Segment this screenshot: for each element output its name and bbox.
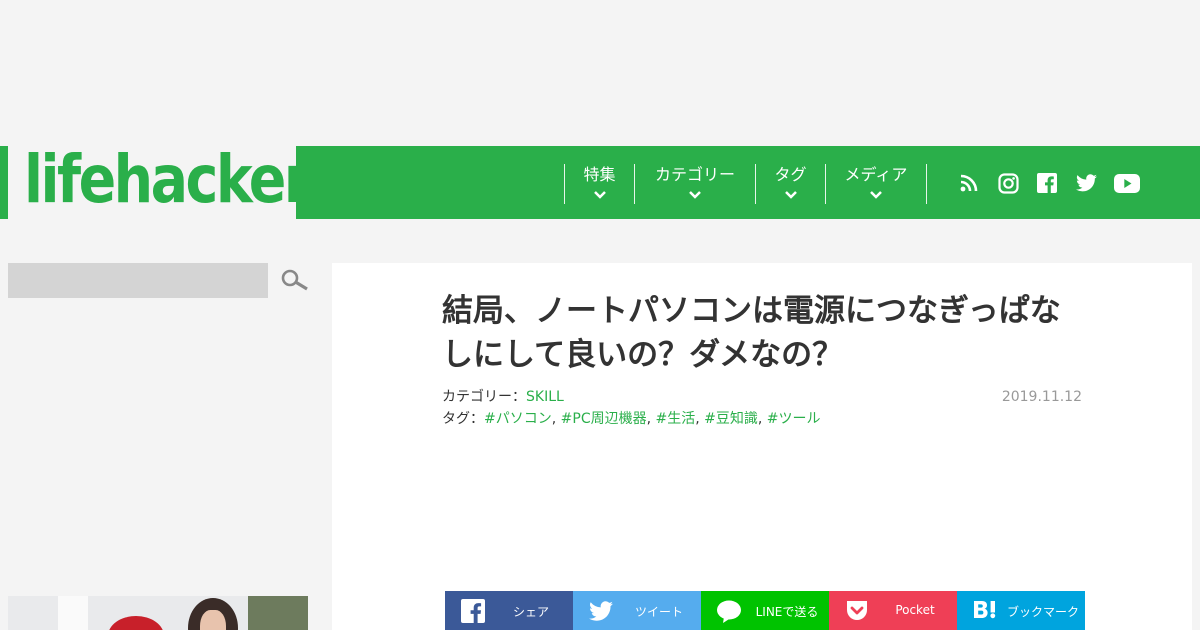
article-title: 結局、ノートパソコンは電源につなぎっぱなしにして良いの？ダメなの？ — [442, 293, 1061, 373]
tag-separator: , — [646, 411, 656, 427]
tags-label: タグ： — [442, 411, 484, 427]
nav-item-media[interactable]: メディア — [825, 164, 927, 204]
tag-link[interactable]: #パソコン — [484, 411, 552, 427]
nav-item-features[interactable]: 特集 — [564, 164, 634, 204]
twitter-icon — [589, 601, 613, 621]
chevron-down-icon — [870, 191, 882, 199]
share-label: ツイート — [634, 605, 683, 619]
sidebar-banner-image[interactable] — [8, 596, 308, 630]
chevron-down-icon — [784, 191, 797, 199]
share-label: ブックマーク — [1006, 605, 1079, 619]
article-category-row: カテゴリー：SKILL — [442, 386, 821, 408]
nav-item-label: メディア — [844, 165, 908, 184]
facebook-icon[interactable] — [1036, 172, 1058, 194]
tag-link[interactable]: #豆知識 — [704, 411, 758, 427]
site-logo[interactable]: lifehacker — [8, 141, 311, 219]
share-label: シェア — [512, 605, 549, 619]
share-label: Pocket — [895, 603, 935, 617]
article-meta: カテゴリー：SKILL タグ：#パソコン, #PC周辺機器, #生活, #豆知識… — [442, 386, 821, 430]
facebook-share-button[interactable]: シェア — [445, 591, 573, 630]
logo-text: lifehacker — [24, 141, 311, 218]
logo-accent-strip — [0, 146, 8, 219]
twitter-share-button[interactable]: ツイート — [573, 591, 701, 630]
social-links — [958, 172, 1157, 194]
nav-item-category[interactable]: カテゴリー — [634, 164, 755, 204]
nav-item-label: タグ — [774, 165, 807, 184]
article-card: 結局、ノートパソコンは電源につなぎっぱなしにして良いの？ダメなの？ カテゴリー：… — [332, 263, 1192, 630]
nav-item-tags[interactable]: タグ — [755, 164, 825, 204]
search-button[interactable] — [280, 268, 310, 294]
share-bar: シェア ツイート LINEで送る Pocket ブックマーク — [445, 591, 1085, 630]
share-label: LINEで送る — [755, 605, 819, 619]
twitter-icon[interactable] — [1075, 172, 1097, 194]
facebook-icon — [461, 599, 485, 623]
search-input[interactable] — [8, 263, 268, 298]
site-header: lifehacker 特集 カテゴリー タグ メディア — [0, 141, 1200, 219]
tag-separator: , — [695, 411, 705, 427]
chevron-down-icon — [689, 191, 701, 199]
line-icon — [717, 600, 741, 623]
tag-link[interactable]: #生活 — [656, 411, 696, 427]
chevron-down-icon — [593, 191, 606, 199]
pocket-share-button[interactable]: Pocket — [829, 591, 957, 630]
category-label: カテゴリー： — [442, 389, 526, 405]
rss-icon[interactable] — [958, 172, 980, 194]
hatena-bookmark-icon — [974, 601, 996, 619]
instagram-icon[interactable] — [997, 172, 1019, 194]
nav-item-label: 特集 — [583, 165, 616, 184]
hatena-bookmark-button[interactable]: ブックマーク — [957, 591, 1085, 630]
article-tags-row: タグ：#パソコン, #PC周辺機器, #生活, #豆知識, #ツール — [442, 408, 821, 430]
pocket-icon — [847, 601, 867, 620]
search-icon — [281, 269, 308, 291]
tag-link[interactable]: #ツール — [767, 411, 821, 427]
tag-link[interactable]: #PC周辺機器 — [561, 411, 647, 427]
nav-item-label: カテゴリー — [654, 165, 735, 184]
tag-separator: , — [757, 411, 767, 427]
category-link[interactable]: SKILL — [526, 389, 564, 405]
tag-separator: , — [551, 411, 561, 427]
youtube-icon[interactable] — [1114, 172, 1140, 194]
line-share-button[interactable]: LINEで送る — [701, 591, 829, 630]
article-date: 2019.11.12 — [1001, 389, 1082, 405]
main-nav: 特集 カテゴリー タグ メディア — [564, 164, 927, 204]
